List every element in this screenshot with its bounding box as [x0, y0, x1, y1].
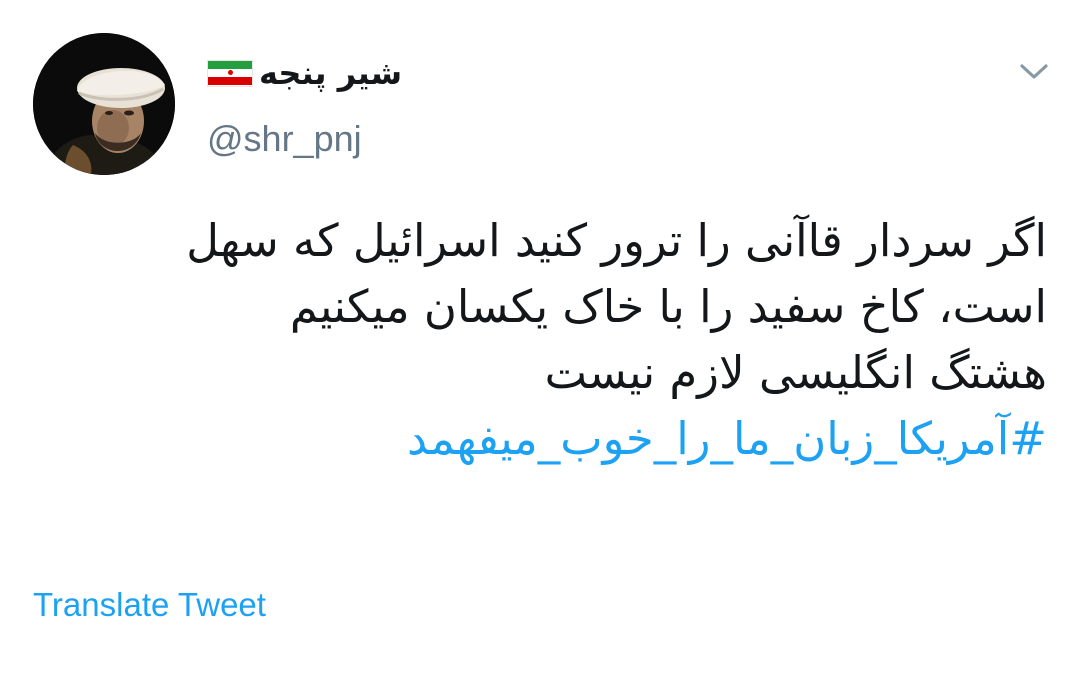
avatar[interactable]	[33, 33, 175, 175]
display-name-row[interactable]: شیر پنجه	[207, 48, 402, 98]
tweet-card: شیر پنجه @shr_pnj اگر سردار قاآنی را ترو…	[0, 0, 1080, 673]
iran-flag-icon	[207, 59, 253, 87]
display-name: شیر پنجه	[259, 54, 403, 92]
tweet-text-line: است، کاخ سفید را با خاک یکسان میکنیم	[289, 280, 1047, 333]
chevron-down-icon[interactable]	[1016, 58, 1052, 84]
tweet-text-line: اگر سردار قاآنی را ترور کنید اسرائیل که …	[186, 214, 1047, 267]
tweet-text: اگر سردار قاآنی را ترور کنید اسرائیل که …	[47, 208, 1047, 472]
user-handle[interactable]: @shr_pnj	[207, 118, 362, 160]
avatar-image	[33, 33, 175, 175]
hashtag-link[interactable]: #آمریکا_زبان_ما_را_خوب_میفهمد	[47, 406, 1047, 472]
translate-tweet-link[interactable]: Translate Tweet	[33, 586, 266, 624]
tweet-text-line: هشتگ انگلیسی لازم نیست	[544, 346, 1047, 399]
